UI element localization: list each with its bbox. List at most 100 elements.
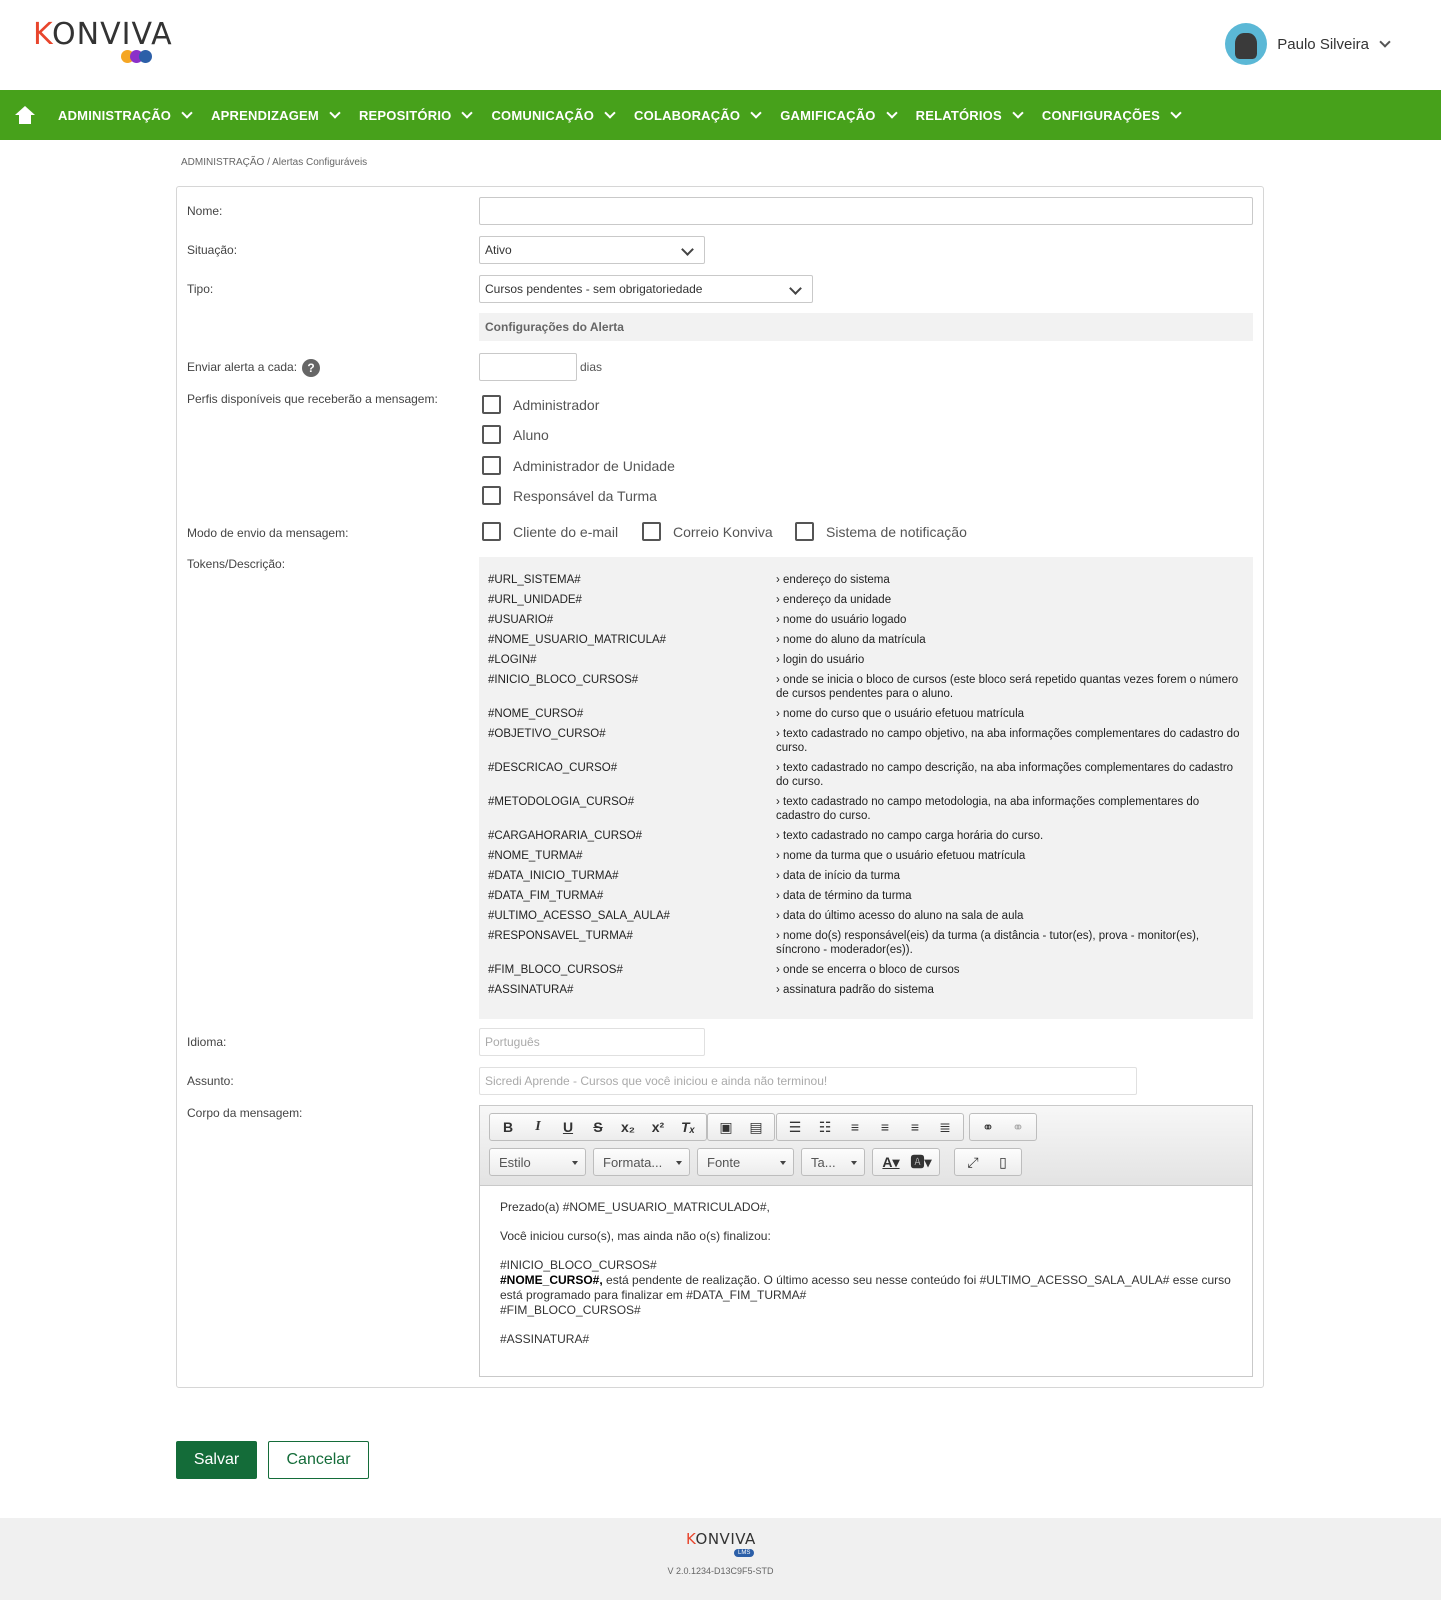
enviar-dias-input[interactable] [479, 353, 577, 381]
checkbox-label: Aluno [513, 426, 549, 443]
link-icon[interactable]: ⚭ [973, 1115, 1003, 1139]
checkbox[interactable] [795, 522, 814, 541]
chevron-down-icon [461, 106, 474, 119]
checkbox[interactable] [482, 425, 501, 444]
breadcrumb: ADMINISTRAÇÃO / Alertas Configuráveis [181, 157, 368, 168]
perfil-administrador[interactable]: Administrador [482, 395, 599, 414]
size-combo[interactable]: Ta... [801, 1148, 865, 1176]
token-row: #NOME_TURMA# › nome da turma que o usuári… [488, 849, 1244, 863]
nav-item-gamificacao[interactable]: GAMIFICAÇÃO [780, 106, 898, 123]
nav-item-relatorios[interactable]: RELATÓRIOS [916, 106, 1024, 123]
maximize-icon[interactable]: ⤢ [958, 1150, 988, 1174]
alert-form-panel: Nome: Situação: Ativo Tipo: Cursos pende… [176, 186, 1264, 1388]
perfil-aluno[interactable]: Aluno [482, 425, 549, 444]
nav-item-comunicacao[interactable]: COMUNICAÇÃO [491, 106, 616, 123]
toolbar-links: ⚭ ⚭ [969, 1113, 1037, 1141]
user-name: Paulo Silveira [1277, 35, 1369, 53]
logo-k: K [686, 1530, 696, 1548]
bold-icon[interactable]: B [493, 1115, 523, 1139]
tipo-select[interactable]: Cursos pendentes - sem obrigatoriedade [479, 275, 813, 303]
checkbox[interactable] [642, 522, 661, 541]
token-description: › nome do aluno da matrícula [776, 634, 926, 646]
rich-text-editor[interactable]: B I U S x₂ x² Tₓ ▣ ▤ ☰ ☷ ≡ ≡ ≡ ≣ ⚭ ⚭ Est… [479, 1105, 1253, 1377]
modo-sistema-notificacao[interactable]: Sistema de notificação [795, 522, 967, 541]
logo-k: K [33, 17, 53, 52]
checkbox[interactable] [482, 395, 501, 414]
token-description: › texto cadastrado no campo objetivo, na… [776, 728, 1240, 754]
token-description: › texto cadastrado no campo descrição, n… [776, 762, 1234, 788]
user-menu[interactable]: Paulo Silveira [1225, 22, 1391, 66]
token-row: #DATA_INICIO_TURMA# › data de início da t… [488, 869, 1244, 883]
token-description: › assinatura padrão do sistema [776, 984, 934, 996]
unlink-icon[interactable]: ⚭ [1003, 1115, 1033, 1139]
body-line: #NOME_CURSO#, está pendente de realizaçã… [500, 1273, 1232, 1303]
home-icon [15, 106, 35, 124]
subscript-icon[interactable]: x₂ [613, 1115, 643, 1139]
nav-item-configuracoes[interactable]: CONFIGURAÇÕES [1041, 106, 1182, 123]
header: KONVIVA Paulo Silveira [0, 0, 1441, 90]
nav-item-colaboracao[interactable]: COLABORAÇÃO [634, 106, 762, 123]
logo-rest: ONVIVA [695, 1530, 756, 1548]
cancel-button[interactable]: Cancelar [268, 1441, 369, 1479]
editor-content[interactable]: Prezado(a) #NOME_USUARIO_MATRICULADO#, V… [480, 1186, 1252, 1375]
body-bold-token: #NOME_CURSO#, [500, 1273, 603, 1287]
bulleted-list-icon[interactable]: ☷ [810, 1115, 840, 1139]
format-combo[interactable]: Formata... [593, 1148, 690, 1176]
token-description: › nome do(s) responsável(eis) da turma (… [776, 930, 1200, 956]
assunto-label: Assunto: [187, 1074, 234, 1088]
situacao-select[interactable]: Ativo [479, 236, 705, 264]
nav-item-administracao[interactable]: ADMINISTRAÇÃO [58, 106, 193, 123]
align-justify-icon[interactable]: ≣ [930, 1115, 960, 1139]
modo-label: Modo de envio da mensagem: [187, 526, 349, 540]
editor-toolbar: B I U S x₂ x² Tₓ ▣ ▤ ☰ ☷ ≡ ≡ ≡ ≣ ⚭ ⚭ Est… [480, 1106, 1252, 1186]
chevron-down-icon [1170, 106, 1182, 119]
nav-home[interactable] [0, 90, 50, 140]
italic-icon[interactable]: I [523, 1115, 553, 1139]
align-center-icon[interactable]: ≡ [870, 1115, 900, 1139]
perfil-responsavel-turma[interactable]: Responsável da Turma [482, 486, 657, 505]
paste-word-icon[interactable]: ▤ [741, 1115, 771, 1139]
logo-rest: ONVIVA [52, 17, 173, 52]
checkbox[interactable] [482, 486, 501, 505]
token-row: #ASSINATURA# › assinatura padrão do siste… [488, 983, 1244, 997]
source-icon[interactable]: ▯ [988, 1150, 1018, 1174]
remove-format-icon[interactable]: Tₓ [673, 1115, 703, 1139]
token-name: #DESCRICAO_CURSO# [488, 762, 618, 774]
modo-correio-konviva[interactable]: Correio Konviva [642, 522, 773, 541]
font-combo[interactable]: Fonte [697, 1148, 794, 1176]
style-combo[interactable]: Estilo [489, 1148, 586, 1176]
chevron-down-icon [604, 106, 616, 119]
align-left-icon[interactable]: ≡ [840, 1115, 870, 1139]
modo-cliente-email[interactable]: Cliente do e-mail [482, 522, 618, 541]
strikethrough-icon[interactable]: S [583, 1115, 613, 1139]
chevron-down-icon [885, 106, 898, 119]
text-color-icon[interactable]: A▾ [876, 1150, 906, 1174]
underline-icon[interactable]: U [553, 1115, 583, 1139]
perfil-admin-unidade[interactable]: Administrador de Unidade [482, 456, 675, 475]
konviva-logo[interactable]: KONVIVA [33, 17, 172, 66]
paste-text-icon[interactable]: ▣ [711, 1115, 741, 1139]
nome-input[interactable] [479, 197, 1253, 225]
save-button[interactable]: Salvar [176, 1441, 257, 1479]
align-right-icon[interactable]: ≡ [900, 1115, 930, 1139]
superscript-icon[interactable]: x² [643, 1115, 673, 1139]
token-description: › nome do curso que o usuário efetuou ma… [776, 708, 1025, 720]
checkbox[interactable] [482, 522, 501, 541]
token-row: #ULTIMO_ACESSO_SALA_AULA# › data do últim… [488, 909, 1244, 923]
checkbox[interactable] [482, 456, 501, 475]
nav-item-repositorio[interactable]: REPOSITÓRIO [359, 106, 474, 123]
nome-label: Nome: [187, 204, 223, 218]
token-name: #NOME_TURMA# [488, 850, 583, 862]
background-color-icon[interactable]: 🅰▾ [906, 1150, 936, 1174]
help-icon[interactable]: ? [302, 359, 321, 377]
checkbox-label: Cliente do e-mail [513, 523, 619, 540]
numbered-list-icon[interactable]: ☰ [780, 1115, 810, 1139]
toolbar-basic-styles: B I U S x₂ x² Tₓ [489, 1113, 707, 1141]
token-name: #LOGIN# [488, 654, 537, 666]
chevron-down-icon [750, 106, 762, 119]
nav-label: CONFIGURAÇÕES [1041, 107, 1161, 123]
token-row: #METODOLOGIA_CURSO# › texto cadastrado no… [488, 795, 1244, 823]
token-description: › data do último acesso do aluno na sala… [776, 910, 1024, 922]
nav-item-aprendizagem[interactable]: APRENDIZAGEM [211, 106, 341, 123]
enviar-label: Enviar alerta a cada:? [187, 359, 321, 377]
